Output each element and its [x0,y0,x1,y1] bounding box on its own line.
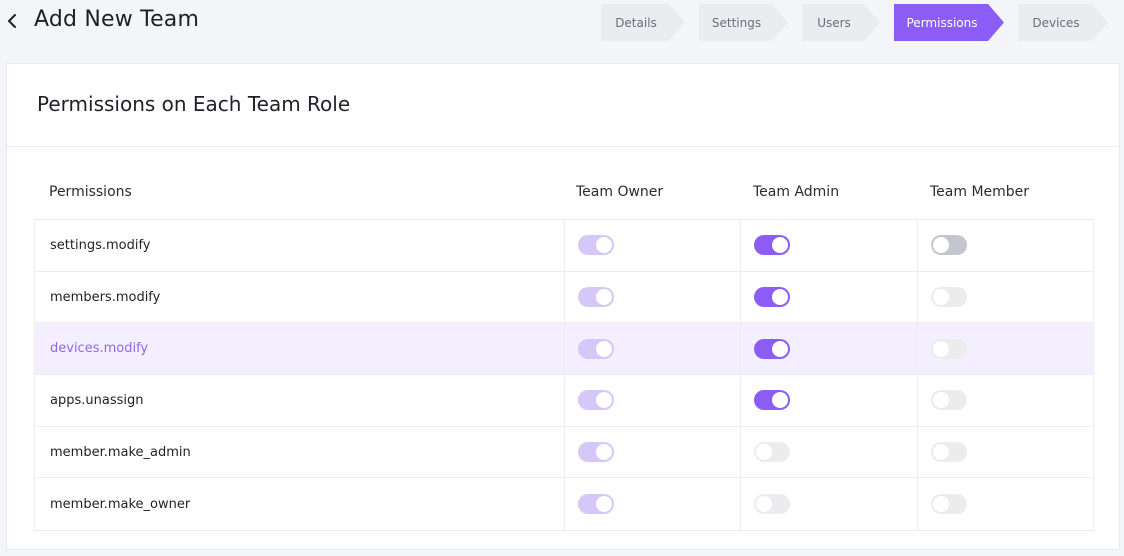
toggle-knob [933,289,949,306]
step-permissions[interactable]: Permissions [894,4,1004,41]
permission-cell: settings.modify [35,220,564,271]
permission-name: settings.modify [50,237,151,253]
team-member-toggle [931,287,967,308]
step-settings[interactable]: Settings [699,4,788,41]
toggle-knob [596,496,612,513]
toggle-knob [933,392,949,409]
step-label: Permissions [906,15,978,30]
team-member-toggle [931,390,967,411]
toggle-knob [756,496,772,513]
step-label: Users [817,15,851,30]
toggle-knob [933,444,949,461]
card-header: Permissions on Each Team Role [7,64,1119,147]
toggle-knob [772,340,788,357]
permission-name: members.modify [50,289,161,305]
permissions-table: settings.modify members.modify devices.mod… [34,219,1094,532]
toggle-knob [772,392,788,409]
team-owner-cell [564,271,740,323]
step-devices[interactable]: Devices [1018,4,1108,41]
step-label: Details [615,15,657,30]
team-owner-toggle [578,442,614,463]
permission-name: member.make_owner [50,496,191,512]
toggle-knob [596,289,612,306]
page-header: Add New Team Details Settings Users Perm… [0,0,1124,46]
team-admin-toggle[interactable] [754,338,790,359]
team-member-toggle [931,442,967,463]
permission-cell: member.make_owner [35,478,564,530]
table-row: settings.modify [35,220,1093,272]
team-member-cell [917,478,1093,531]
table-row: apps.unassign [35,375,1093,427]
permission-name: devices.modify [50,341,149,357]
team-member-cell [917,426,1093,478]
team-admin-toggle[interactable] [754,390,790,411]
toggle-knob [933,340,949,357]
table-row: devices.modify [35,323,1093,376]
team-owner-toggle [578,338,614,359]
team-admin-cell [740,478,917,531]
table-row: member.make_owner [35,478,1093,531]
permission-name: member.make_admin [50,444,191,460]
toggle-knob [933,237,949,254]
permission-cell: devices.modify [35,323,564,374]
column-header-team-admin: Team Admin [753,184,840,200]
team-member-cell [917,323,1093,375]
card-title: Permissions on Each Team Role [37,92,351,116]
team-admin-cell [740,220,917,271]
permission-cell: member.make_admin [35,427,564,478]
team-admin-toggle [754,442,790,463]
step-details[interactable]: Details [601,4,685,41]
step-label: Devices [1032,15,1080,30]
toggle-knob [772,237,788,254]
team-member-cell [917,271,1093,323]
table-row: member.make_admin [35,426,1093,479]
team-owner-cell [564,323,740,375]
team-admin-cell [740,426,917,478]
team-owner-toggle [578,287,614,308]
toggle-knob [772,289,788,306]
team-owner-toggle [578,494,614,515]
step-label: Settings [711,15,762,30]
team-admin-cell [740,323,917,375]
column-header-team-owner: Team Owner [576,184,664,200]
step-users[interactable]: Users [802,4,880,41]
team-member-toggle [931,338,967,359]
toggle-knob [596,340,612,357]
team-owner-cell [564,375,740,426]
table-row: members.modify [35,271,1093,324]
toggle-knob [756,444,772,461]
column-header-team-member: Team Member [930,184,1030,200]
team-member-toggle [931,494,967,515]
team-owner-cell [564,478,740,531]
column-header-permissions: Permissions [49,184,132,200]
team-owner-toggle [578,390,614,411]
team-owner-toggle [578,235,614,256]
team-owner-cell [564,426,740,478]
team-member-toggle[interactable] [931,235,967,256]
team-admin-toggle[interactable] [754,287,790,308]
wizard-stepper: Details Settings Users Permissions Devic… [0,4,1124,41]
team-admin-cell [740,271,917,323]
team-admin-toggle[interactable] [754,235,790,256]
toggle-knob [596,392,612,409]
team-admin-toggle [754,494,790,515]
team-member-cell [917,220,1093,271]
team-member-cell [917,375,1093,426]
permission-name: apps.unassign [50,392,144,408]
toggle-knob [596,444,612,461]
permissions-card: Permissions on Each Team Role Permission… [6,63,1120,550]
permission-cell: members.modify [35,272,564,323]
team-admin-cell [740,375,917,426]
team-owner-cell [564,220,740,271]
toggle-knob [933,496,949,513]
permission-cell: apps.unassign [35,375,564,426]
toggle-knob [596,237,612,254]
